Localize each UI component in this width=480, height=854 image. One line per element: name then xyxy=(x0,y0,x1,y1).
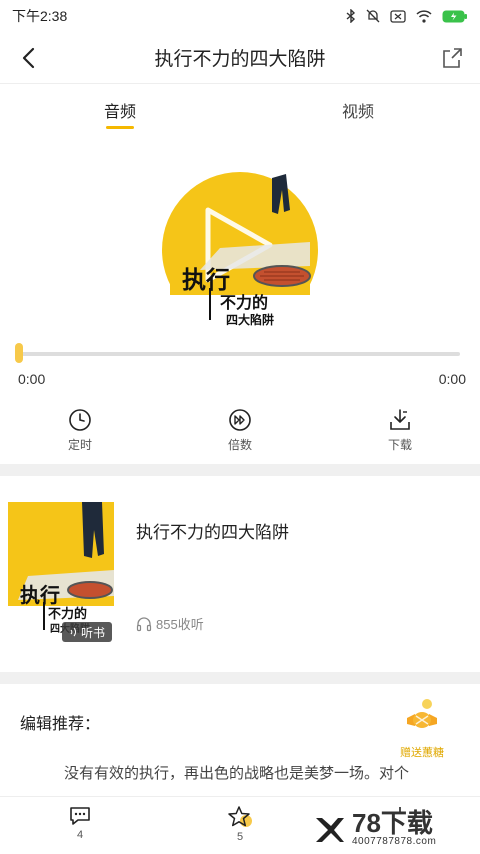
timer-button[interactable]: 定时 xyxy=(50,408,110,453)
editor-heading: 编辑推荐： xyxy=(20,716,101,733)
header: 执行不力的四大陷阱 xyxy=(0,32,480,84)
bluetooth-icon xyxy=(346,9,356,23)
sim-icon xyxy=(390,9,406,23)
back-arrow-icon xyxy=(22,47,35,69)
tab-video[interactable]: 视频 xyxy=(342,98,374,122)
watermark-sub: 4007787878.com xyxy=(352,836,437,847)
download-label: 下载 xyxy=(387,438,412,452)
site-watermark: 78下载 4007787878.com xyxy=(312,810,436,847)
favorite-button[interactable]: 5 xyxy=(220,805,260,843)
watermark-logo-icon xyxy=(316,817,344,842)
play-count: 855收听 xyxy=(136,614,204,633)
album-cover-line2: 不力的 xyxy=(48,606,87,622)
speed-button[interactable]: 倍数 xyxy=(210,408,270,453)
watermark-main: 78下载 xyxy=(352,808,433,838)
cover-title-line3: 四大陷阱 xyxy=(226,312,274,327)
play-count-text: 855收听 xyxy=(156,617,204,632)
sound-wave-icon xyxy=(70,627,76,637)
tab-audio[interactable]: 音频 xyxy=(104,98,136,122)
gift-candy-button[interactable]: 赠送蕙糖 xyxy=(392,696,452,760)
badge-label: 听书 xyxy=(80,625,105,640)
favorite-count: 5 xyxy=(236,831,244,843)
cover-title-line1: 执行 xyxy=(182,266,230,294)
editor-recommendation-text: 没有有效的执行，再出色的战略也是美梦一场。对个 xyxy=(64,765,410,782)
section-divider xyxy=(0,672,480,684)
total-time: 0:00 xyxy=(438,371,466,387)
comment-button[interactable]: 4 xyxy=(60,805,100,841)
elapsed-time: 0:00 xyxy=(18,371,46,387)
wifi-icon xyxy=(416,9,432,23)
battery-icon xyxy=(442,10,467,22)
share-icon xyxy=(443,48,462,68)
status-icons xyxy=(346,9,468,23)
cover-title-line2: 不力的 xyxy=(220,293,268,312)
album-title[interactable]: 执行不力的四大陷阱 xyxy=(136,518,289,543)
share-button[interactable] xyxy=(438,44,466,72)
audiobook-badge: 听书 xyxy=(62,622,112,642)
media-tabs: 音频 视频 xyxy=(0,86,480,132)
clock-icon xyxy=(69,409,91,431)
mute-bell-icon xyxy=(366,9,380,23)
status-bar: 下午2:38 xyxy=(0,0,480,32)
comment-icon xyxy=(70,807,90,825)
gift-label: 赠送蕙糖 xyxy=(400,747,444,759)
cover-art: 执行 不力的 四大陷阱 xyxy=(160,172,320,330)
candy-icon xyxy=(407,699,437,728)
progress-thumb[interactable] xyxy=(15,343,23,363)
download-icon xyxy=(390,409,410,430)
speed-label: 倍数 xyxy=(227,438,252,452)
speed-icon xyxy=(229,409,251,431)
headphones-icon xyxy=(136,616,152,631)
back-button[interactable] xyxy=(14,44,42,72)
star-icon xyxy=(228,806,252,827)
status-time: 下午2:38 xyxy=(12,8,68,24)
download-button[interactable]: 下载 xyxy=(370,408,430,453)
section-divider xyxy=(0,464,480,476)
page-title: 执行不力的四大陷阱 xyxy=(154,49,326,70)
active-tab-indicator xyxy=(106,126,134,129)
progress-track[interactable] xyxy=(20,352,460,356)
album-cover-line1: 执行 xyxy=(20,583,60,607)
comment-count: 4 xyxy=(76,829,84,841)
timer-label: 定时 xyxy=(67,438,92,452)
